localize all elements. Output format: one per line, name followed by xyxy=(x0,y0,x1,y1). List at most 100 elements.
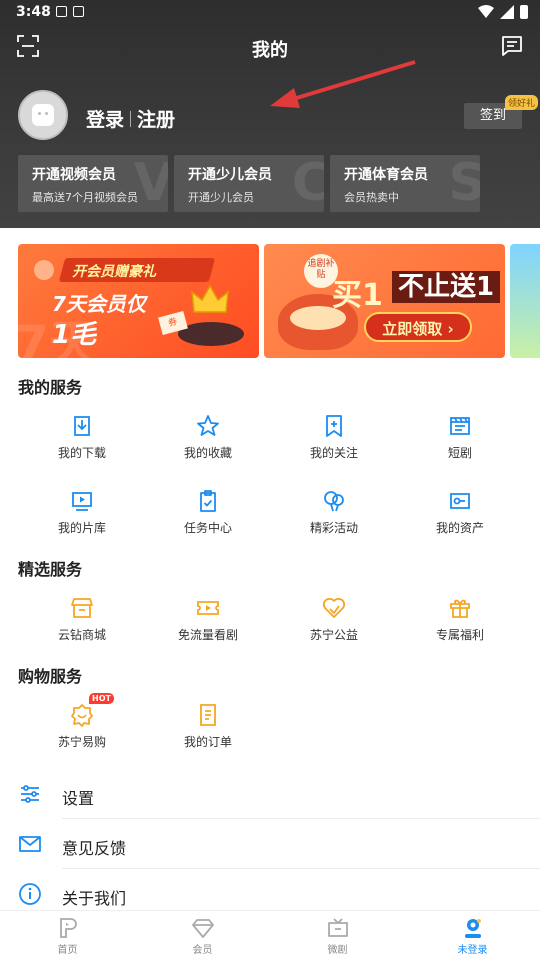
vip-card-sports[interactable]: 开通体育会员 会员热卖中 S xyxy=(330,155,480,212)
service-orders[interactable]: 我的订单 xyxy=(145,703,271,750)
service-favorites[interactable]: 我的收藏 xyxy=(145,414,271,461)
nav-home[interactable]: 首页 xyxy=(0,911,135,960)
annotation-arrow xyxy=(270,60,416,108)
nav-micro-drama[interactable]: 微剧 xyxy=(270,911,405,960)
hot-badge: HOT xyxy=(89,693,114,704)
status-bar: 3:48 xyxy=(0,0,540,26)
wallet-icon xyxy=(450,493,470,509)
service-label: 我的收藏 xyxy=(183,446,232,460)
bottom-nav: 首页 会员 微剧 未登录 xyxy=(0,910,540,960)
header-area: 3:48 我的 登录 注册 签到 领好礼 开通视频会员 最高送7个月视频会员 V… xyxy=(0,0,540,228)
row-feedback[interactable]: 意见反馈 xyxy=(0,819,540,869)
tv-icon xyxy=(327,918,348,937)
bookmark-icon xyxy=(326,415,342,437)
my-services-row-1: 我的下载 我的收藏 我的关注 短剧 xyxy=(0,414,540,461)
service-task-center[interactable]: 任务中心 xyxy=(145,489,271,536)
service-label: 我的订单 xyxy=(183,735,232,749)
ticket-icon xyxy=(197,601,219,615)
order-icon xyxy=(200,704,216,726)
banner-buy-text: 买1 xyxy=(332,278,383,313)
clipboard-icon xyxy=(200,490,216,512)
service-assets[interactable]: 我的资产 xyxy=(397,489,523,536)
service-charity[interactable]: 苏宁公益 xyxy=(271,596,397,643)
mascot-icon xyxy=(34,260,54,280)
vip-card-kids[interactable]: 开通少儿会员 开通少儿会员 C xyxy=(174,155,324,212)
service-label: 专属福利 xyxy=(435,628,484,642)
nav-profile[interactable]: 未登录 xyxy=(405,911,540,960)
row-settings[interactable]: 设置 xyxy=(0,769,540,819)
service-library[interactable]: 我的片库 xyxy=(19,489,145,536)
banner-head-text: 开会员赠豪礼 xyxy=(72,264,157,280)
play-library-icon xyxy=(72,492,92,511)
service-label: 苏宁公益 xyxy=(309,628,358,642)
nav-label: 未登录 xyxy=(457,945,488,956)
shop-icon xyxy=(71,598,93,618)
banner-vip-gift[interactable]: 7天 开会员赠豪礼 7天会员仅 1毛 券 xyxy=(18,244,259,358)
battery-icon xyxy=(520,5,528,19)
banner-carousel[interactable]: 7天 开会员赠豪礼 7天会员仅 1毛 券 追剧补贴 买1 不止送1 立即领取 › xyxy=(18,244,540,358)
banner-more-text: 不止送1 xyxy=(392,271,501,303)
service-following[interactable]: 我的关注 xyxy=(271,414,397,461)
service-label: 我的资产 xyxy=(435,521,484,535)
banner-partial[interactable] xyxy=(510,244,540,358)
service-label: 苏宁易购 xyxy=(57,735,106,749)
mail-icon xyxy=(19,836,41,852)
section-title-shopping: 购物服务 xyxy=(18,667,83,686)
service-label: 云钻商城 xyxy=(57,628,106,642)
featured-services-row: 云钻商城 免流量看剧 苏宁公益 专属福利 xyxy=(0,596,540,643)
vip-card-watermark: C xyxy=(291,155,324,212)
service-label: 短剧 xyxy=(447,446,472,460)
diamond-icon xyxy=(191,919,214,938)
vip-card-video[interactable]: 开通视频会员 最高送7个月视频会员 V xyxy=(18,155,168,212)
claim-button[interactable]: 立即领取 › xyxy=(364,312,472,342)
service-label: 我的下载 xyxy=(57,446,106,460)
signal-icon xyxy=(500,5,514,19)
nav-label: 会员 xyxy=(192,945,213,956)
register-link[interactable]: 注册 xyxy=(137,105,175,132)
row-label: 关于我们 xyxy=(62,889,127,908)
service-label: 精彩活动 xyxy=(309,521,358,535)
login-link[interactable]: 登录 xyxy=(86,105,124,132)
nav-vip[interactable]: 会员 xyxy=(135,911,270,960)
user-icon xyxy=(464,919,481,938)
heart-icon xyxy=(322,597,346,618)
star-icon xyxy=(197,415,219,436)
gift-icon xyxy=(450,599,470,618)
image-notification-icon xyxy=(56,6,67,17)
home-icon xyxy=(59,918,77,938)
service-suning[interactable]: HOT 苏宁易购 xyxy=(19,693,145,750)
service-diamond-mall[interactable]: 云钻商城 xyxy=(19,596,145,643)
banner-buy-one[interactable]: 追剧补贴 买1 不止送1 立即领取 › xyxy=(264,244,505,358)
service-free-data[interactable]: 免流量看剧 xyxy=(145,596,271,643)
avatar[interactable] xyxy=(18,90,68,140)
vip-card-watermark: V xyxy=(133,155,168,212)
section-title-my-services: 我的服务 xyxy=(18,378,83,397)
service-label: 免流量看剧 xyxy=(177,628,238,642)
status-time: 3:48 xyxy=(16,4,51,20)
wifi-icon xyxy=(478,5,494,18)
service-activities[interactable]: 精彩活动 xyxy=(271,489,397,536)
login-register[interactable]: 登录 注册 xyxy=(86,105,175,132)
settings-icon xyxy=(21,785,39,803)
divider xyxy=(130,110,132,127)
service-download[interactable]: 我的下载 xyxy=(19,414,145,461)
vip-card-watermark: S xyxy=(448,155,480,212)
download-icon xyxy=(74,416,90,436)
pedestal-shape xyxy=(178,322,244,346)
row-label: 设置 xyxy=(62,789,95,808)
service-exclusive-benefits[interactable]: 专属福利 xyxy=(397,596,523,643)
notification-icons xyxy=(56,6,84,17)
service-label: 任务中心 xyxy=(183,521,232,535)
nav-label: 首页 xyxy=(57,945,78,956)
service-short-drama[interactable]: 短剧 xyxy=(397,414,523,461)
banner-line1: 7天会员仅 xyxy=(52,292,146,316)
message-icon[interactable] xyxy=(500,34,524,58)
badge-icon xyxy=(71,704,93,727)
clapper-icon xyxy=(450,417,470,435)
service-label: 我的关注 xyxy=(309,446,358,460)
balloon-icon xyxy=(324,491,344,512)
banner-head: 开会员赠豪礼 xyxy=(58,258,216,282)
row-label: 意见反馈 xyxy=(62,839,127,858)
banner-line2: 1毛 xyxy=(52,320,97,350)
app-notification-icon xyxy=(73,6,84,17)
